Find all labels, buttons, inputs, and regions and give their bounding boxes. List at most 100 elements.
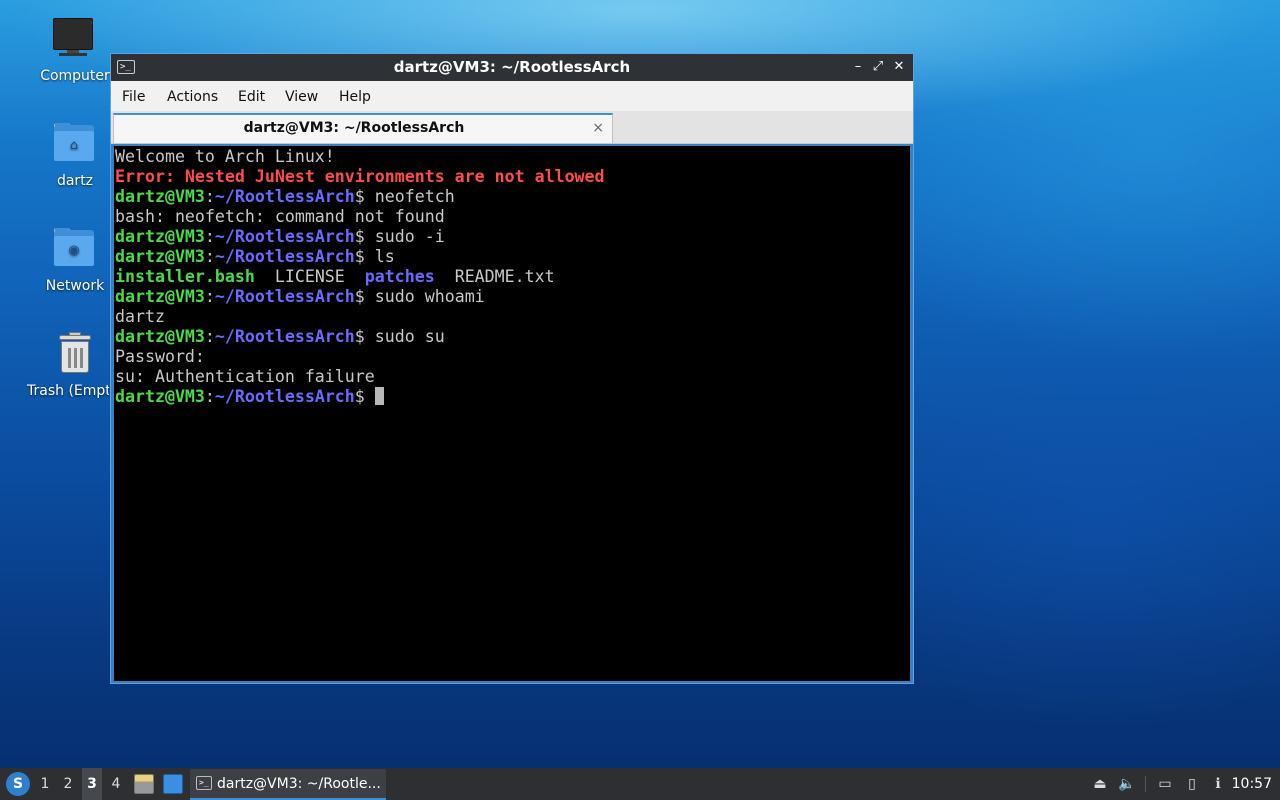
desktop-icon-network[interactable]: ◉ Network	[27, 226, 123, 294]
desktop-icon-home-folder[interactable]: ⌂ dartz	[27, 121, 123, 189]
notification-icon[interactable]: ℹ	[1209, 775, 1227, 793]
menu-bar: File Actions Edit View Help	[111, 81, 913, 111]
terminal-line: Password:	[115, 347, 910, 367]
terminal-line: dartz@VM3:~/RootlessArch$ ls	[115, 247, 910, 267]
ls-entry: LICENSE	[274, 267, 345, 286]
command-text: neofetch	[374, 187, 455, 206]
eject-icon[interactable]: ⏏	[1091, 775, 1109, 793]
output-text: su: Authentication failure	[115, 367, 375, 386]
prompt-sep: :	[204, 387, 215, 406]
prompt-path: ~/RootlessArch	[214, 387, 355, 406]
desktop-icon-computer[interactable]: Computer	[27, 16, 123, 84]
desktop-icon-trash[interactable]: Trash (Empty)	[27, 331, 123, 399]
terminal-line: su: Authentication failure	[115, 367, 910, 387]
terminal-line: dartz@VM3:~/RootlessArch$ sudo whoami	[115, 287, 910, 307]
taskbar: S 1 2 3 4 >_ dartz@VM3: ~/Rootle... ⏏ 🔈 …	[0, 768, 1280, 800]
desktop-icon-label: Network	[45, 278, 105, 294]
terminal-line: dartz@VM3:~/RootlessArch$ sudo su	[115, 327, 910, 347]
terminal-line: dartz@VM3:~/RootlessArch$	[115, 387, 910, 407]
command-text: ls	[374, 247, 395, 266]
prompt-path: ~/RootlessArch	[214, 327, 355, 346]
minimize-button[interactable]: –	[849, 58, 867, 76]
output-text: dartz	[115, 307, 165, 326]
menu-view[interactable]: View	[285, 81, 318, 111]
prompt-user: dartz@VM3	[115, 387, 205, 406]
output-text: bash: neofetch: command not found	[115, 207, 445, 226]
menu-edit[interactable]: Edit	[238, 81, 265, 111]
prompt-path: ~/RootlessArch	[214, 247, 355, 266]
terminal-line: Welcome to Arch Linux!	[115, 147, 910, 167]
terminal-window: >_ dartz@VM3: ~/RootlessArch – ⤢ ✕ File …	[110, 53, 914, 684]
terminal-line: bash: neofetch: command not found	[115, 207, 910, 227]
command-text: sudo whoami	[374, 287, 485, 306]
menu-help[interactable]: Help	[339, 81, 371, 111]
prompt-end: $	[354, 387, 375, 406]
workspace-3[interactable]: 3	[82, 768, 102, 800]
menu-actions[interactable]: Actions	[167, 81, 218, 111]
workspace-1[interactable]: 1	[35, 768, 55, 800]
computer-icon	[51, 16, 99, 64]
taskbar-task-terminal[interactable]: >_ dartz@VM3: ~/Rootle...	[190, 769, 386, 800]
terminal-line: dartz	[115, 307, 910, 327]
workspace-2[interactable]: 2	[58, 768, 78, 800]
prompt-path: ~/RootlessArch	[214, 287, 355, 306]
workspace-4[interactable]: 4	[106, 768, 126, 800]
prompt-end: $	[354, 187, 375, 206]
prompt-sep: :	[204, 187, 215, 206]
prompt-user: dartz@VM3	[115, 287, 205, 306]
prompt-user: dartz@VM3	[115, 327, 205, 346]
clock[interactable]: 10:57	[1232, 768, 1272, 800]
desktop-icon-label: dartz	[56, 173, 94, 189]
command-text: sudo -i	[374, 227, 445, 246]
terminal-output[interactable]: Welcome to Arch Linux! Error: Nested JuNe…	[114, 146, 910, 681]
file-manager-icon[interactable]	[134, 774, 154, 794]
terminal-cursor	[374, 387, 384, 405]
prompt-sep: :	[204, 327, 215, 346]
menu-file[interactable]: File	[122, 81, 145, 111]
ls-entry: installer.bash	[115, 267, 255, 286]
tab-bar: dartz@VM3: ~/RootlessArch ×	[111, 111, 913, 144]
desktop-icon-label: Computer	[40, 68, 110, 84]
show-desktop-icon[interactable]	[163, 774, 183, 794]
start-menu-icon[interactable]: S	[6, 772, 30, 796]
terminal-line: dartz@VM3:~/RootlessArch$ sudo -i	[115, 227, 910, 247]
welcome-text: Welcome to Arch Linux!	[115, 147, 335, 166]
ls-entry: README.txt	[454, 267, 555, 286]
prompt-sep: :	[204, 287, 215, 306]
tab-close-icon[interactable]: ×	[592, 118, 604, 138]
prompt-end: $	[354, 227, 375, 246]
prompt-user: dartz@VM3	[115, 227, 205, 246]
output-text: Password:	[115, 347, 205, 366]
prompt-sep: :	[204, 227, 215, 246]
task-label: dartz@VM3: ~/Rootle...	[217, 776, 381, 792]
close-button[interactable]: ✕	[890, 58, 908, 76]
command-text: sudo su	[374, 327, 445, 346]
terminal-line: Error: Nested JuNest environments are no…	[115, 167, 910, 187]
terminal-line: installer.bash LICENSE patches README.tx…	[115, 267, 910, 287]
prompt-path: ~/RootlessArch	[214, 187, 355, 206]
home-folder-icon: ⌂	[51, 121, 99, 169]
prompt-sep: :	[204, 247, 215, 266]
volume-icon[interactable]: 🔈	[1118, 775, 1136, 793]
terminal-app-icon: >_	[196, 776, 212, 790]
window-titlebar[interactable]: >_ dartz@VM3: ~/RootlessArch – ⤢ ✕	[111, 54, 913, 81]
prompt-end: $	[354, 287, 375, 306]
network-folder-icon: ◉	[51, 226, 99, 274]
trash-icon	[51, 331, 99, 379]
prompt-path: ~/RootlessArch	[214, 227, 355, 246]
tab-label: dartz@VM3: ~/RootlessArch	[243, 120, 465, 136]
ls-entry: patches	[364, 267, 435, 286]
desktop-icon-label: Trash (Empty)	[27, 383, 109, 399]
prompt-end: $	[354, 327, 375, 346]
prompt-user: dartz@VM3	[115, 247, 205, 266]
prompt-user: dartz@VM3	[115, 187, 205, 206]
window-title: dartz@VM3: ~/RootlessArch	[393, 58, 631, 76]
error-text: Error: Nested JuNest environments are no…	[115, 167, 605, 186]
tab-terminal[interactable]: dartz@VM3: ~/RootlessArch ×	[113, 113, 613, 143]
prompt-end: $	[354, 247, 375, 266]
maximize-button[interactable]: ⤢	[869, 58, 887, 76]
terminal-line: dartz@VM3:~/RootlessArch$ neofetch	[115, 187, 910, 207]
clipboard-icon[interactable]: ▯	[1183, 775, 1201, 793]
tray-separator	[1145, 776, 1146, 792]
network-icon[interactable]: ▭	[1156, 775, 1174, 793]
